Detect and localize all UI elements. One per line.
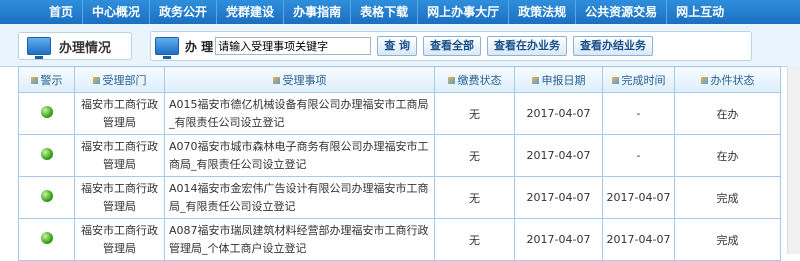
monitor-icon (155, 37, 179, 59)
nav-guide[interactable]: 办事指南 (284, 0, 352, 24)
view-in-progress-button[interactable]: 查看在办业务 (487, 36, 568, 56)
table-row[interactable]: 福安市工商行政管理局 A070福安市城市森林电子商务有限公司办理福安市工商局_有… (18, 134, 781, 177)
search-bar: 办 理 查 询 查看全部 查看在办业务 查看办结业务 (150, 31, 752, 61)
nav-gov-affairs[interactable]: 政务公开 (150, 0, 218, 24)
item-link[interactable]: A070福安市城市森林电子商务有限公司办理福安市工商局_有限责任公司设立登记 (164, 134, 435, 177)
search-button[interactable]: 查 询 (377, 36, 418, 56)
search-input[interactable] (215, 37, 372, 55)
green-status-icon (40, 232, 53, 244)
scrollbar[interactable] (787, 66, 800, 254)
green-status-icon (40, 106, 53, 118)
nav-policies[interactable]: 政策法规 (509, 0, 577, 24)
table-row[interactable]: 福安市工商行政管理局 A014福安市金宏伟广告设计有限公司办理福安市工商局_有限… (18, 176, 781, 219)
search-label: 办 理 (185, 39, 214, 54)
table-header-row: 警示 受理部门 受理事项 缴费状态 申报日期 完成时间 办件状态 (18, 66, 781, 93)
nav-forms-download[interactable]: 表格下载 (351, 0, 419, 24)
header-icon (447, 77, 455, 84)
table-row[interactable]: 福安市工商行政管理局 A015福安市德亿机械设备有限公司办理福安市工商局_有限责… (18, 92, 781, 135)
top-nav: 首页 中心概况 政务公开 党群建设 办事指南 表格下载 网上办事大厅 政策法规 … (0, 0, 800, 24)
item-link[interactable]: A087福安市瑞凤建筑材料经营部办理福安市工商行政管理局_个体工商户设立登记 (164, 218, 435, 261)
col-fee: 缴费状态 (434, 66, 515, 93)
nav-center-overview[interactable]: 中心概况 (83, 0, 151, 24)
view-completed-button[interactable]: 查看办结业务 (573, 36, 654, 56)
header-icon (531, 77, 539, 84)
green-status-icon (40, 190, 53, 202)
green-status-icon (40, 148, 53, 160)
cases-table: 警示 受理部门 受理事项 缴费状态 申报日期 完成时间 办件状态 福安市工商行政… (18, 66, 781, 261)
table-row[interactable]: 福安市工商行政管理局 A087福安市瑞凤建筑材料经营部办理福安市工商行政管理局_… (18, 218, 781, 261)
nav-online-hall[interactable]: 网上办事大厅 (418, 0, 510, 24)
nav-public-resources[interactable]: 公共资源交易 (576, 0, 668, 24)
nav-interaction[interactable]: 网上互动 (667, 0, 733, 24)
view-all-button[interactable]: 查看全部 (423, 36, 482, 56)
header-icon (272, 77, 280, 84)
panel-title: 办理情况 (59, 40, 112, 56)
item-link[interactable]: A014福安市金宏伟广告设计有限公司办理福安市工商局_有限责任公司设立登记 (164, 176, 435, 219)
col-item: 受理事项 (164, 66, 435, 93)
header-icon (700, 77, 708, 84)
panel-bar: 办理情况 办 理 查 询 查看全部 查看在办业务 查看办结业务 (0, 24, 800, 67)
panel-tab: 办理情况 (18, 32, 132, 60)
col-done: 完成时间 (602, 66, 675, 93)
nav-home[interactable]: 首页 (40, 0, 84, 24)
monitor-icon (27, 37, 51, 59)
item-link[interactable]: A015福安市德亿机械设备有限公司办理福安市工商局_有限责任公司设立登记 (164, 92, 435, 135)
col-status: 办件状态 (674, 66, 781, 93)
nav-party-building[interactable]: 党群建设 (217, 0, 285, 24)
header-icon (92, 77, 100, 84)
col-warning: 警示 (18, 66, 75, 93)
col-date: 申报日期 (514, 66, 603, 93)
col-department: 受理部门 (74, 66, 165, 93)
header-icon (611, 77, 619, 84)
header-icon (30, 77, 38, 84)
